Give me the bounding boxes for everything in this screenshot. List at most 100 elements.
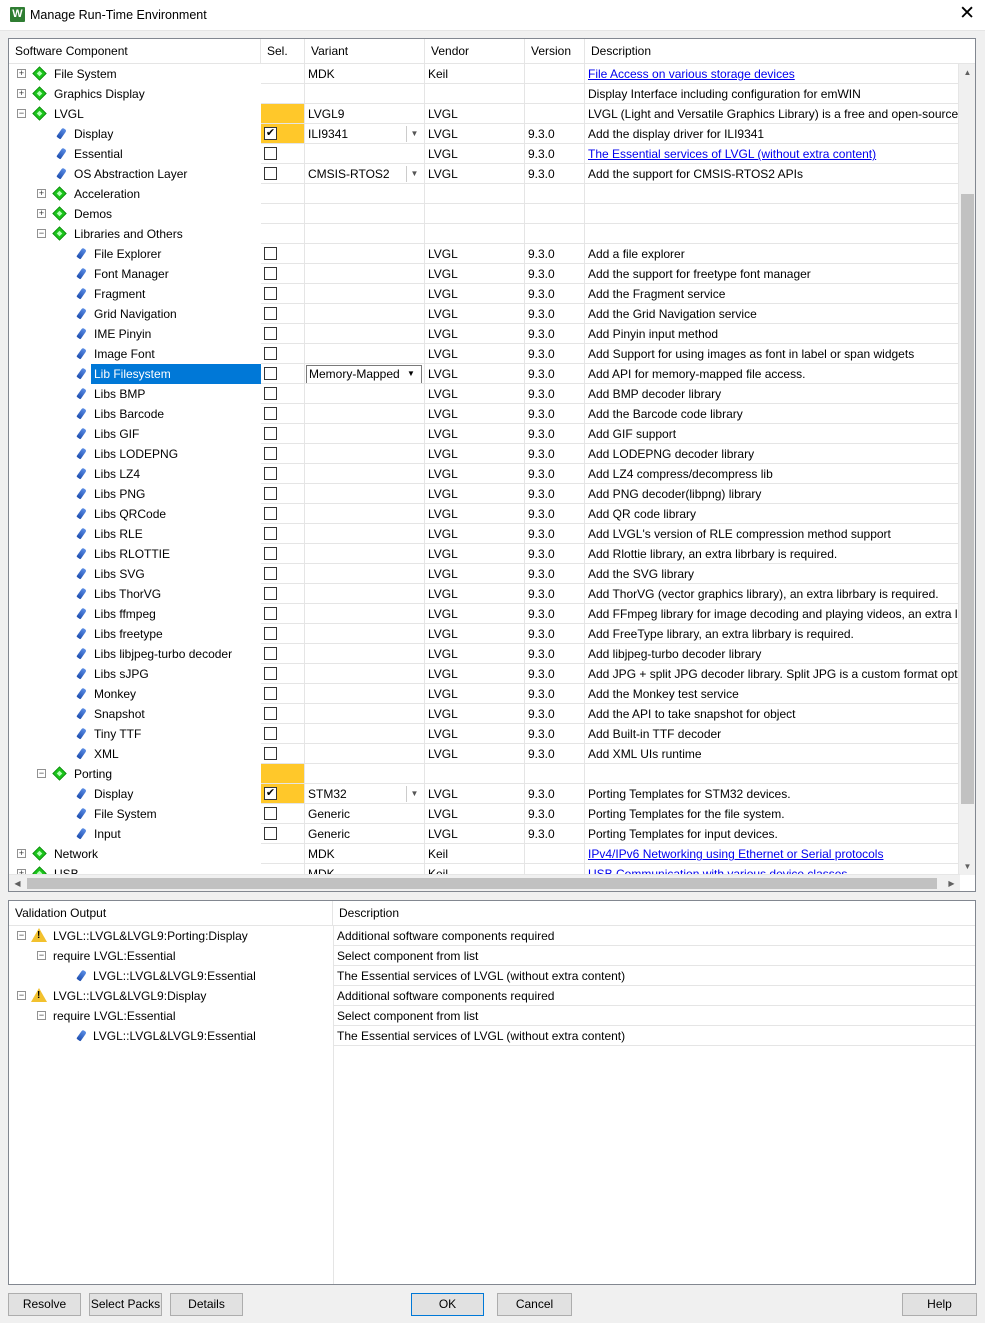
table-row[interactable]: Image Font LVGL 9.3.0 Add Support for using…: [9, 344, 960, 364]
sel-cell[interactable]: [261, 524, 305, 544]
component-label[interactable]: Tiny TTF: [91, 724, 144, 744]
table-row[interactable]: Libs BMP LVGL 9.3.0 Add BMP decoder library: [9, 384, 960, 404]
table-row[interactable]: Libs PNG LVGL 9.3.0 Add PNG decoder(libpng)…: [9, 484, 960, 504]
validation-row[interactable]: LVGL::LVGL&LVGL9:Essential The Essential …: [9, 1026, 975, 1046]
select-checkbox[interactable]: [264, 407, 277, 420]
scroll-down-icon[interactable]: ▼: [959, 858, 975, 875]
select-checkbox[interactable]: [264, 147, 277, 160]
help-button[interactable]: Help: [902, 1293, 977, 1316]
select-checkbox[interactable]: [264, 487, 277, 500]
component-label[interactable]: Libs LZ4: [91, 464, 143, 484]
tree-cell[interactable]: + Demos: [9, 204, 260, 224]
tree-cell[interactable]: Libs RLOTTIE: [9, 544, 260, 564]
select-checkbox[interactable]: [264, 367, 277, 380]
tree-cell[interactable]: Libs BMP: [9, 384, 260, 404]
table-row[interactable]: Libs RLE LVGL 9.3.0 Add LVGL's version of R…: [9, 524, 960, 544]
component-label[interactable]: Font Manager: [91, 264, 172, 284]
component-label[interactable]: Libs RLOTTIE: [91, 544, 173, 564]
component-label[interactable]: Libs Barcode: [91, 404, 167, 424]
sel-cell[interactable]: [261, 144, 305, 164]
variant-cell[interactable]: CMSIS-RTOS2 ▼: [305, 164, 425, 184]
select-checkbox[interactable]: [264, 387, 277, 400]
select-packs-button[interactable]: Select Packs: [89, 1293, 162, 1316]
tree-cell[interactable]: IME Pinyin: [9, 324, 260, 344]
table-row[interactable]: File Explorer LVGL 9.3.0 Add a file explore…: [9, 244, 960, 264]
table-row[interactable]: Libs QRCode LVGL 9.3.0 Add QR code library: [9, 504, 960, 524]
sel-cell[interactable]: [261, 664, 305, 684]
variant-cell[interactable]: ILI9341 ▼: [305, 124, 425, 144]
component-label[interactable]: Libs LODEPNG: [91, 444, 181, 464]
tree-cell[interactable]: Input: [9, 824, 260, 844]
component-label[interactable]: Libs QRCode: [91, 504, 169, 524]
sel-cell[interactable]: [261, 304, 305, 324]
component-label[interactable]: Monkey: [91, 684, 139, 704]
component-label[interactable]: File System: [91, 804, 160, 824]
description-link[interactable]: The Essential services of LVGL (without …: [585, 144, 960, 164]
sel-cell[interactable]: [261, 104, 305, 124]
select-checkbox[interactable]: [264, 527, 277, 540]
sel-cell[interactable]: [261, 624, 305, 644]
scroll-right-icon[interactable]: ▶: [943, 875, 960, 891]
table-row[interactable]: + Graphics Display Display Interface inclu…: [9, 84, 960, 104]
validation-label[interactable]: LVGL::LVGL&LVGL9:Display: [50, 986, 209, 1006]
table-row[interactable]: − Porting: [9, 764, 960, 784]
component-label[interactable]: Libs sJPG: [91, 664, 152, 684]
component-label[interactable]: Grid Navigation: [91, 304, 180, 324]
table-row[interactable]: + Demos: [9, 204, 960, 224]
sel-cell[interactable]: [261, 284, 305, 304]
tree-cell[interactable]: − LVGL: [9, 104, 260, 124]
tree-cell[interactable]: Font Manager: [9, 264, 260, 284]
tree-cell[interactable]: Libs LODEPNG: [9, 444, 260, 464]
table-row[interactable]: Libs LODEPNG LVGL 9.3.0 Add LODEPNG decoder…: [9, 444, 960, 464]
sel-cell[interactable]: [261, 164, 305, 184]
sel-cell[interactable]: [261, 824, 305, 844]
component-label[interactable]: File System: [51, 64, 120, 84]
chevron-down-icon[interactable]: ▼: [406, 786, 422, 802]
validation-label[interactable]: LVGL::LVGL&LVGL9:Essential: [90, 966, 259, 986]
tree-cell[interactable]: Display: [9, 784, 260, 804]
col-header-sel[interactable]: Sel.: [261, 39, 305, 64]
table-row[interactable]: Input Generic LVGL 9.3.0 Porting Templates f…: [9, 824, 960, 844]
sel-cell[interactable]: ✔: [261, 124, 305, 144]
sel-cell[interactable]: [261, 204, 305, 224]
component-label[interactable]: Display: [91, 784, 136, 804]
sel-cell[interactable]: [261, 604, 305, 624]
vertical-scrollbar[interactable]: ▲ ▼: [958, 64, 975, 875]
sel-cell[interactable]: [261, 804, 305, 824]
select-checkbox[interactable]: [264, 547, 277, 560]
validation-row[interactable]: − LVGL::LVGL&LVGL9:Porting:Display Additio…: [9, 926, 975, 946]
sel-cell[interactable]: [261, 744, 305, 764]
table-row[interactable]: Display ✔ STM32 ▼ LVGL 9.3.0 Porting Templates…: [9, 784, 960, 804]
chevron-down-icon[interactable]: ▼: [403, 366, 419, 382]
sel-cell[interactable]: [261, 504, 305, 524]
scroll-up-icon[interactable]: ▲: [959, 64, 975, 81]
table-row[interactable]: File System Generic LVGL 9.3.0 Porting Templ…: [9, 804, 960, 824]
resolve-button[interactable]: Resolve: [8, 1293, 81, 1316]
component-label[interactable]: Image Font: [91, 344, 158, 364]
select-checkbox[interactable]: [264, 747, 277, 760]
table-row[interactable]: IME Pinyin LVGL 9.3.0 Add Pinyin input meth…: [9, 324, 960, 344]
sel-cell[interactable]: [261, 404, 305, 424]
component-label[interactable]: IME Pinyin: [91, 324, 154, 344]
table-row[interactable]: Libs LZ4 LVGL 9.3.0 Add LZ4 compress/decomp…: [9, 464, 960, 484]
component-label[interactable]: Libraries and Others: [71, 224, 186, 244]
tree-cell[interactable]: + Network: [9, 844, 260, 864]
collapse-icon[interactable]: −: [37, 951, 46, 960]
tree-cell[interactable]: Lib Filesystem: [9, 364, 261, 384]
select-checkbox[interactable]: [264, 247, 277, 260]
cancel-button[interactable]: Cancel: [497, 1293, 572, 1316]
tree-cell[interactable]: − Libraries and Others: [9, 224, 260, 244]
vertical-scroll-thumb[interactable]: [961, 194, 974, 804]
component-label[interactable]: Libs ffmpeg: [91, 604, 159, 624]
tree-cell[interactable]: File Explorer: [9, 244, 260, 264]
select-checkbox[interactable]: [264, 347, 277, 360]
tree-cell[interactable]: File System: [9, 804, 260, 824]
description-link[interactable]: IPv4/IPv6 Networking using Ethernet or S…: [585, 844, 960, 864]
tree-cell[interactable]: Libs GIF: [9, 424, 260, 444]
tree-cell[interactable]: Libs LZ4: [9, 464, 260, 484]
col-header-vendor[interactable]: Vendor: [425, 39, 525, 64]
tree-cell[interactable]: Snapshot: [9, 704, 260, 724]
tree-cell[interactable]: Image Font: [9, 344, 260, 364]
horizontal-scroll-thumb[interactable]: [27, 878, 937, 889]
table-row[interactable]: Display ✔ ILI9341 ▼ LVGL 9.3.0 Add the display…: [9, 124, 960, 144]
